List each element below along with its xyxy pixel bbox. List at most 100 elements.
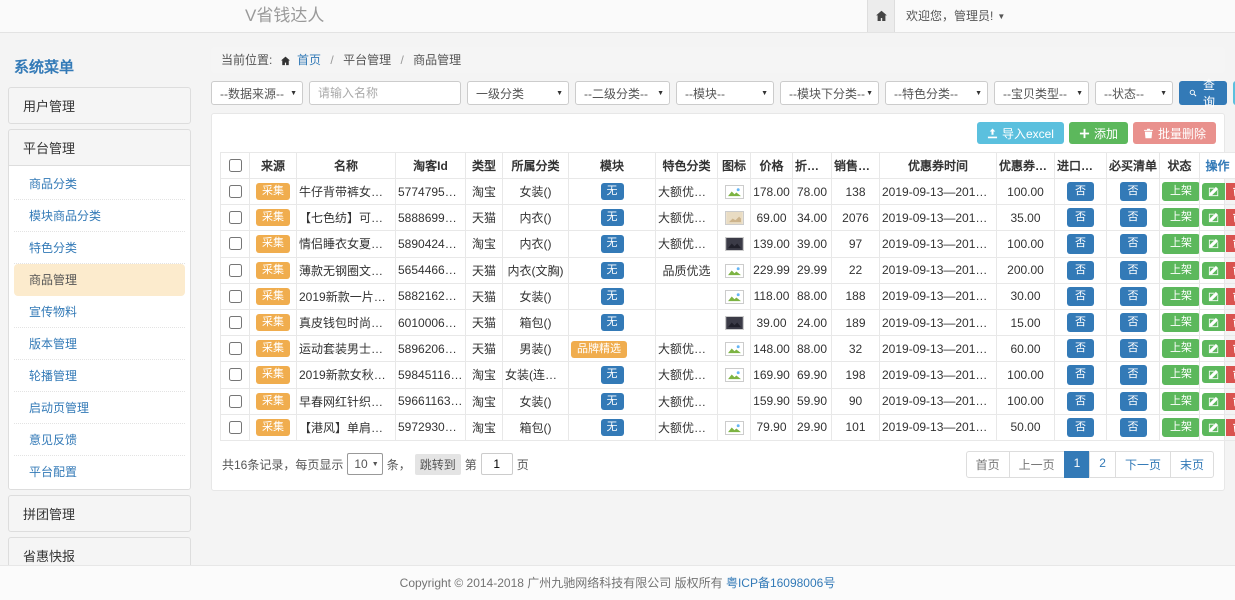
edit-button[interactable] xyxy=(1202,393,1225,410)
breadcrumb-home-link[interactable]: 首页 xyxy=(297,53,321,67)
sidebar-item-promo-materials[interactable]: 宣传物料 xyxy=(14,296,185,328)
row-checkbox[interactable] xyxy=(229,185,242,198)
edit-button[interactable] xyxy=(1202,262,1225,279)
row-checkbox[interactable] xyxy=(229,237,242,250)
must-buy-toggle[interactable]: 否 xyxy=(1120,339,1147,358)
delete-button[interactable] xyxy=(1226,183,1235,200)
delete-button[interactable] xyxy=(1226,314,1235,331)
import-select-toggle[interactable]: 否 xyxy=(1067,339,1094,358)
status-select[interactable]: --状态--▼ xyxy=(1095,81,1173,105)
must-buy-toggle[interactable]: 否 xyxy=(1120,418,1147,437)
must-buy-toggle[interactable]: 否 xyxy=(1120,182,1147,201)
must-buy-toggle[interactable]: 否 xyxy=(1120,392,1147,411)
batch-delete-button[interactable]: 批量删除 xyxy=(1133,122,1216,144)
sidebar-item-splash-page-management[interactable]: 启动页管理 xyxy=(14,392,185,424)
row-checkbox[interactable] xyxy=(229,264,242,277)
user-menu[interactable]: 欢迎您，管理员!▼ xyxy=(906,0,1005,33)
level2-category-select[interactable]: --二级分类--▼ xyxy=(575,81,670,105)
must-buy-toggle[interactable]: 否 xyxy=(1120,287,1147,306)
row-checkbox[interactable] xyxy=(229,395,242,408)
import-select-toggle[interactable]: 否 xyxy=(1067,313,1094,332)
delete-button[interactable] xyxy=(1226,262,1235,279)
row-checkbox[interactable] xyxy=(229,342,242,355)
sidebar-item-version-management[interactable]: 版本管理 xyxy=(14,328,185,360)
row-checkbox[interactable] xyxy=(229,316,242,329)
must-buy-toggle[interactable]: 否 xyxy=(1120,313,1147,332)
row-checkbox[interactable] xyxy=(229,421,242,434)
pager-last-page[interactable]: 末页 xyxy=(1170,451,1214,478)
status-button[interactable]: 上架 xyxy=(1162,261,1200,280)
import-select-toggle[interactable]: 否 xyxy=(1067,261,1094,280)
pager-first-page[interactable]: 首页 xyxy=(966,451,1010,478)
status-button[interactable]: 上架 xyxy=(1162,287,1200,306)
sidebar-item-product-management[interactable]: 商品管理 xyxy=(14,264,185,296)
edit-button[interactable] xyxy=(1202,235,1225,252)
must-buy-toggle[interactable]: 否 xyxy=(1120,234,1147,253)
sidebar-item-special-category[interactable]: 特色分类 xyxy=(14,232,185,264)
edit-button[interactable] xyxy=(1202,209,1225,226)
delete-button[interactable] xyxy=(1226,393,1235,410)
must-buy-toggle[interactable]: 否 xyxy=(1120,208,1147,227)
import-select-toggle[interactable]: 否 xyxy=(1067,392,1094,411)
delete-button[interactable] xyxy=(1226,209,1235,226)
level1-category-select[interactable]: 一级分类▼ xyxy=(467,81,569,105)
status-button[interactable]: 上架 xyxy=(1162,182,1200,201)
import-select-toggle[interactable]: 否 xyxy=(1067,287,1094,306)
add-button[interactable]: 添加 xyxy=(1069,122,1128,144)
delete-button[interactable] xyxy=(1226,235,1235,252)
pager-page-1[interactable]: 1 xyxy=(1064,451,1091,478)
delete-button[interactable] xyxy=(1226,366,1235,383)
per-page-select[interactable]: 10 ▼ xyxy=(347,453,382,475)
module-select[interactable]: --模块--▼ xyxy=(676,81,774,105)
sidebar-item-product-category[interactable]: 商品分类 xyxy=(14,168,185,200)
edit-button[interactable] xyxy=(1202,314,1225,331)
status-button[interactable]: 上架 xyxy=(1162,365,1200,384)
delete-button[interactable] xyxy=(1226,288,1235,305)
status-button[interactable]: 上架 xyxy=(1162,392,1200,411)
edit-button[interactable] xyxy=(1202,366,1225,383)
sidebar-section-saving-express[interactable]: 省惠快报 xyxy=(9,538,190,566)
sidebar-item-carousel-management[interactable]: 轮播管理 xyxy=(14,360,185,392)
jump-button[interactable]: 跳转到 xyxy=(415,454,461,475)
row-checkbox[interactable] xyxy=(229,290,242,303)
status-button[interactable]: 上架 xyxy=(1162,339,1200,358)
import-select-toggle[interactable]: 否 xyxy=(1067,182,1094,201)
module-sub-category-select[interactable]: --模块下分类--▼ xyxy=(780,81,879,105)
import-select-toggle[interactable]: 否 xyxy=(1067,418,1094,437)
status-button[interactable]: 上架 xyxy=(1162,313,1200,332)
row-checkbox[interactable] xyxy=(229,211,242,224)
pager-next-page[interactable]: 下一页 xyxy=(1115,451,1171,478)
pager-prev-page[interactable]: 上一页 xyxy=(1009,451,1065,478)
import-select-toggle[interactable]: 否 xyxy=(1067,234,1094,253)
status-button[interactable]: 上架 xyxy=(1162,418,1200,437)
sidebar-section-user-management[interactable]: 用户管理 xyxy=(9,88,190,123)
must-buy-toggle[interactable]: 否 xyxy=(1120,365,1147,384)
import-excel-button[interactable]: 导入excel xyxy=(977,122,1064,144)
sidebar-item-module-product-category[interactable]: 模块商品分类 xyxy=(14,200,185,232)
sidebar-item-platform-config[interactable]: 平台配置 xyxy=(14,456,185,487)
sidebar-item-feedback[interactable]: 意见反馈 xyxy=(14,424,185,456)
edit-button[interactable] xyxy=(1202,419,1225,436)
pager-page-2[interactable]: 2 xyxy=(1089,451,1116,478)
status-button[interactable]: 上架 xyxy=(1162,208,1200,227)
special-category-select[interactable]: --特色分类--▼ xyxy=(885,81,988,105)
status-button[interactable]: 上架 xyxy=(1162,234,1200,253)
item-type-select[interactable]: --宝贝类型--▼ xyxy=(994,81,1089,105)
name-search-input[interactable] xyxy=(309,81,461,105)
edit-button[interactable] xyxy=(1202,183,1225,200)
search-button[interactable]: 查询 xyxy=(1179,81,1227,105)
edit-button[interactable] xyxy=(1202,340,1225,357)
page-number-input[interactable] xyxy=(481,453,513,475)
sidebar-section-group-buy-management[interactable]: 拼团管理 xyxy=(9,496,190,531)
delete-button[interactable] xyxy=(1226,419,1235,436)
row-checkbox[interactable] xyxy=(229,368,242,381)
import-select-toggle[interactable]: 否 xyxy=(1067,365,1094,384)
data-source-select[interactable]: --数据来源--▼ xyxy=(211,81,303,105)
edit-button[interactable] xyxy=(1202,288,1225,305)
sidebar-section-platform-management[interactable]: 平台管理 xyxy=(9,130,190,165)
select-all-checkbox[interactable] xyxy=(229,159,242,172)
home-button[interactable] xyxy=(867,0,895,32)
delete-button[interactable] xyxy=(1226,340,1235,357)
must-buy-toggle[interactable]: 否 xyxy=(1120,261,1147,280)
icp-link[interactable]: 粤ICP备16098006号 xyxy=(726,576,835,590)
